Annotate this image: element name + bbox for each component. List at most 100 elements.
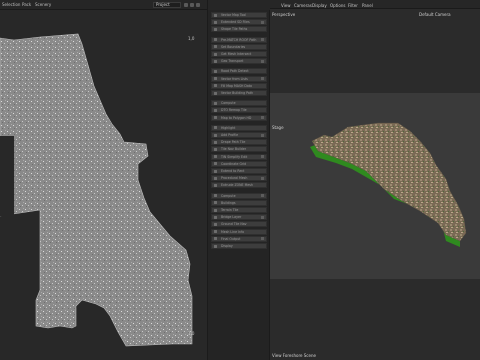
node-item[interactable]: Fill Map MASH Data — [211, 82, 267, 89]
node-toggle-icon[interactable] — [261, 77, 264, 81]
frame-icon[interactable] — [184, 3, 188, 7]
node-icon — [214, 155, 217, 159]
node-label: Terrain Tile — [221, 208, 239, 212]
node-item[interactable]: Drape Path Tile — [211, 139, 267, 146]
node-icon — [214, 20, 217, 24]
node-item[interactable]: Buildings — [211, 199, 267, 206]
3d-viewport[interactable]: Perspective Default Camera Stage View Fo… — [270, 9, 480, 360]
node-item[interactable]: Procedural Mesh — [211, 175, 267, 182]
node-icon — [214, 84, 217, 88]
node-icon — [214, 237, 217, 241]
node-icon — [214, 101, 217, 105]
node-item[interactable]: Compute — [211, 192, 267, 199]
node-icon — [214, 140, 217, 144]
node-icon — [214, 169, 217, 173]
node-item[interactable]: Get Mesh Intersect — [211, 51, 267, 57]
node-item[interactable]: Ground Tile Nav — [211, 221, 267, 228]
menu-pack[interactable]: Pack — [22, 2, 31, 7]
node-item[interactable]: Shape Tile Paths — [211, 26, 267, 33]
node-item[interactable]: Terrain Tile — [211, 207, 267, 213]
node-item[interactable]: Compute — [211, 100, 267, 107]
node-item[interactable]: Vector Building Path — [211, 90, 267, 96]
menu-cameras[interactable]: Cameras — [294, 3, 312, 8]
node-toggle-icon[interactable] — [261, 133, 264, 137]
node-icon — [214, 244, 217, 248]
node-icon — [214, 162, 217, 166]
node-label: Pre-MATCH ROOF Path — [221, 37, 257, 42]
node-toggle-icon[interactable] — [261, 176, 264, 180]
node-icon — [214, 59, 217, 63]
node-label: Coordinate Grid — [221, 161, 247, 166]
menu-filter[interactable]: Filter — [348, 3, 358, 8]
settings-icon[interactable] — [196, 3, 200, 7]
node-icon — [214, 45, 217, 49]
node-icon — [214, 222, 217, 226]
node-label: Fill Map MASH Data — [221, 83, 252, 88]
node-toggle-icon[interactable] — [261, 155, 264, 159]
menu-panel[interactable]: Panel — [362, 3, 373, 8]
node-icon — [214, 77, 217, 81]
node-toggle-icon[interactable] — [261, 215, 264, 219]
node-item[interactable]: Vector Map Tool — [211, 12, 267, 18]
node-icon — [214, 133, 217, 137]
node-label: Final Output — [221, 236, 241, 241]
project-dropdown[interactable]: Project — [153, 2, 181, 8]
node-item[interactable]: Extended SD Files — [211, 19, 267, 26]
node-label: Geo Transport — [221, 59, 244, 64]
node-item[interactable]: Highlight — [211, 124, 267, 131]
node-icon — [214, 208, 217, 212]
menu-view[interactable]: View — [281, 3, 291, 8]
node-label: Mesh Line Info — [221, 229, 245, 234]
node-item[interactable]: Add Profile — [211, 132, 267, 138]
node-toggle-icon[interactable] — [261, 116, 264, 120]
menu-scenery[interactable]: Scenery — [35, 2, 51, 7]
node-label: Shape Tile Paths — [221, 27, 248, 32]
menu-options[interactable]: Options — [330, 3, 345, 8]
map-2d-view[interactable]: 1,0 1,0 — [0, 10, 207, 360]
node-item[interactable]: Final Output — [211, 235, 267, 242]
node-item[interactable]: Map to Polygon HD — [211, 114, 267, 121]
node-icon — [214, 13, 217, 17]
viewport-menubar: View Cameras Display Options Filter Pane… — [270, 0, 480, 9]
node-item[interactable]: DTO Remap Tile — [211, 107, 267, 114]
city-boundary-shape — [0, 33, 193, 347]
node-label: Bridge Layer — [221, 215, 242, 220]
node-item[interactable]: TIN Simplify Edit — [211, 153, 267, 160]
bottom-right-value: 1,0 — [188, 331, 195, 336]
node-toggle-icon[interactable] — [261, 38, 264, 42]
node-label: Vector Building Path — [221, 91, 254, 95]
node-label: TIN Simplify Edit — [221, 154, 248, 159]
node-icon — [214, 194, 217, 198]
node-item[interactable]: Geo Transport — [211, 58, 267, 65]
node-toggle-icon[interactable] — [261, 59, 264, 63]
node-toggle-icon[interactable] — [261, 194, 264, 198]
node-item[interactable]: Display — [211, 243, 267, 249]
node-label: Procedural Mesh — [221, 176, 248, 181]
node-toggle-icon[interactable] — [261, 20, 264, 24]
menu-selection[interactable]: Selection — [2, 2, 20, 7]
node-icon — [214, 116, 217, 120]
menu-display[interactable]: Display — [312, 3, 327, 8]
node-item[interactable]: Tile Nav Builder — [211, 146, 267, 153]
node-item[interactable]: Pre-MATCH ROOF Path — [211, 36, 267, 43]
node-item[interactable]: Bridge Layer — [211, 214, 267, 221]
node-item[interactable]: Road Path Detect — [211, 68, 267, 75]
node-icon — [214, 38, 217, 42]
node-item[interactable]: Extend to Rect — [211, 168, 267, 174]
node-item[interactable]: Set Boundaries — [211, 43, 267, 50]
node-label: Vector from Lists — [221, 76, 248, 81]
node-item[interactable]: Coordinate Grid — [211, 160, 267, 167]
node-label: Map to Polygon HD — [221, 115, 252, 120]
node-icon — [214, 183, 217, 187]
node-label: Highlight — [221, 125, 236, 130]
node-icon — [214, 147, 217, 151]
node-toggle-icon[interactable] — [261, 237, 264, 241]
grid-icon[interactable] — [190, 3, 194, 7]
node-icon — [214, 69, 217, 73]
city-outline-map — [0, 33, 193, 347]
node-item[interactable]: Extrude ZONE Mesh — [211, 182, 267, 189]
node-label: Display — [221, 244, 233, 248]
node-item[interactable]: Vector from Lists — [211, 75, 267, 82]
node-panel: Vector Map Tool Extended SD Files Shape Ti… — [207, 0, 271, 360]
node-item[interactable]: Mesh Line Info — [211, 228, 267, 235]
